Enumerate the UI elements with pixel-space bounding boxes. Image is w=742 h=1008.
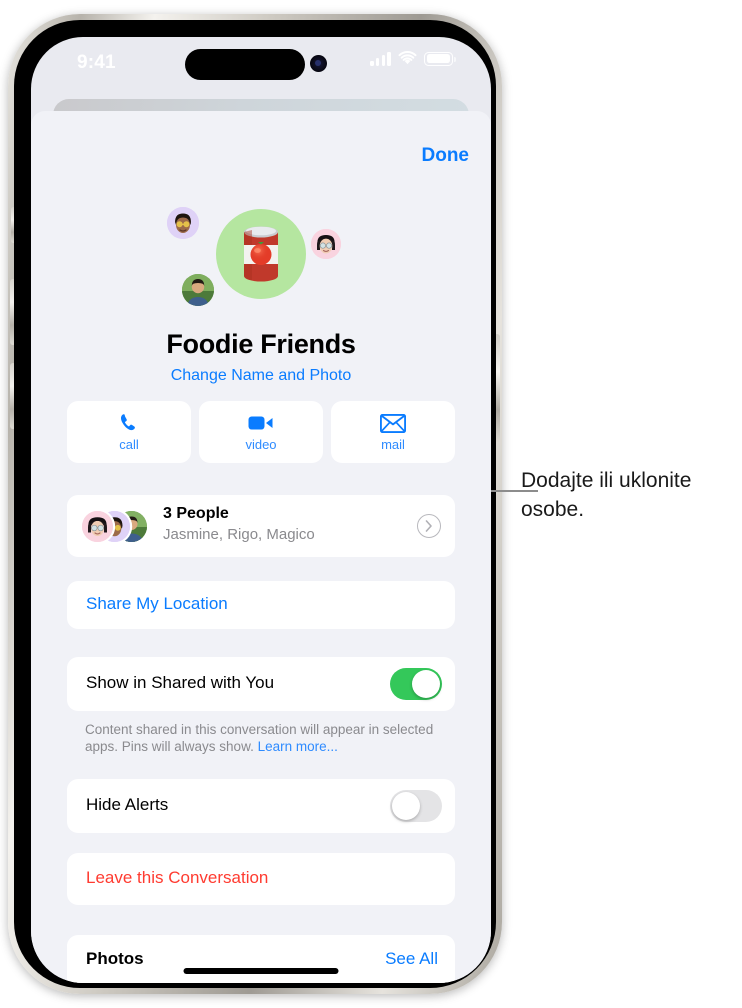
video-camera-icon <box>248 412 274 434</box>
hide-alerts-toggle[interactable] <box>390 790 442 822</box>
stack-avatar-1 <box>82 511 113 542</box>
call-button[interactable]: call <box>67 401 191 463</box>
tomato-can-emoji <box>244 226 278 282</box>
phone-bezel: 9:41 Done Foodie Friends Change Name and… <box>14 20 496 988</box>
see-all-link[interactable]: See All <box>385 949 438 969</box>
video-button-label: video <box>245 437 277 452</box>
show-in-shared-with-you-toggle[interactable] <box>390 668 442 700</box>
home-indicator[interactable] <box>183 968 339 974</box>
envelope-icon <box>380 412 406 434</box>
show-in-shared-with-you-label: Show in Shared with You <box>86 673 275 692</box>
leave-conversation-row[interactable]: Leave this Conversation <box>67 853 455 905</box>
people-title: 3 People <box>163 505 229 522</box>
show-in-shared-with-you-row: Show in Shared with You <box>67 657 455 711</box>
share-my-location-row[interactable]: Share My Location <box>67 581 455 629</box>
change-name-and-photo-link[interactable]: Change Name and Photo <box>31 367 491 385</box>
mail-button[interactable]: mail <box>331 401 455 463</box>
group-details-sheet: Done Foodie Friends Change Name and Phot… <box>31 111 491 983</box>
photos-title: Photos <box>86 949 144 968</box>
people-row[interactable]: 3 People Jasmine, Rigo, Magico <box>67 495 455 557</box>
callout-text: Dodajte ili uklonite osobe. <box>521 469 692 521</box>
member-avatar-2 <box>311 229 341 259</box>
chevron-right-icon[interactable] <box>417 514 441 538</box>
people-avatar-stack <box>82 511 152 542</box>
group-header: Foodie Friends Change Name and Photo <box>31 203 491 385</box>
learn-more-link[interactable]: Learn more... <box>258 739 338 754</box>
video-button[interactable]: video <box>199 401 323 463</box>
wifi-icon <box>398 51 417 65</box>
call-button-label: call <box>119 437 139 452</box>
people-subtitle: Jasmine, Rigo, Magico <box>163 526 315 543</box>
dynamic-island <box>185 49 305 80</box>
status-bar-icons <box>370 51 456 66</box>
member-avatar-1 <box>167 207 199 239</box>
hide-alerts-row: Hide Alerts <box>67 779 455 833</box>
phone-frame: 9:41 Done Foodie Friends Change Name and… <box>8 14 502 994</box>
battery-full-icon <box>424 51 456 66</box>
action-buttons-row: call video mail <box>67 401 455 463</box>
done-button[interactable]: Done <box>422 145 470 167</box>
phone-icon <box>118 412 140 434</box>
hide-alerts-label: Hide Alerts <box>86 795 169 814</box>
face-id-sensor-icon <box>310 55 327 72</box>
shared-with-you-footnote: Content shared in this conversation will… <box>85 721 460 755</box>
photos-section: Photos See All <box>67 935 455 983</box>
member-avatar-3 <box>182 274 214 306</box>
mail-button-label: mail <box>381 437 405 452</box>
status-bar-time: 9:41 <box>77 52 116 73</box>
status-bar: 9:41 <box>31 37 491 93</box>
cellular-bars-icon <box>370 51 391 66</box>
group-avatar[interactable] <box>216 209 306 299</box>
share-my-location-label[interactable]: Share My Location <box>86 594 228 614</box>
leave-conversation-label[interactable]: Leave this Conversation <box>86 868 268 888</box>
avatar-cluster <box>151 203 371 327</box>
phone-screen: 9:41 Done Foodie Friends Change Name and… <box>31 37 491 983</box>
group-name-title: Foodie Friends <box>166 329 356 359</box>
